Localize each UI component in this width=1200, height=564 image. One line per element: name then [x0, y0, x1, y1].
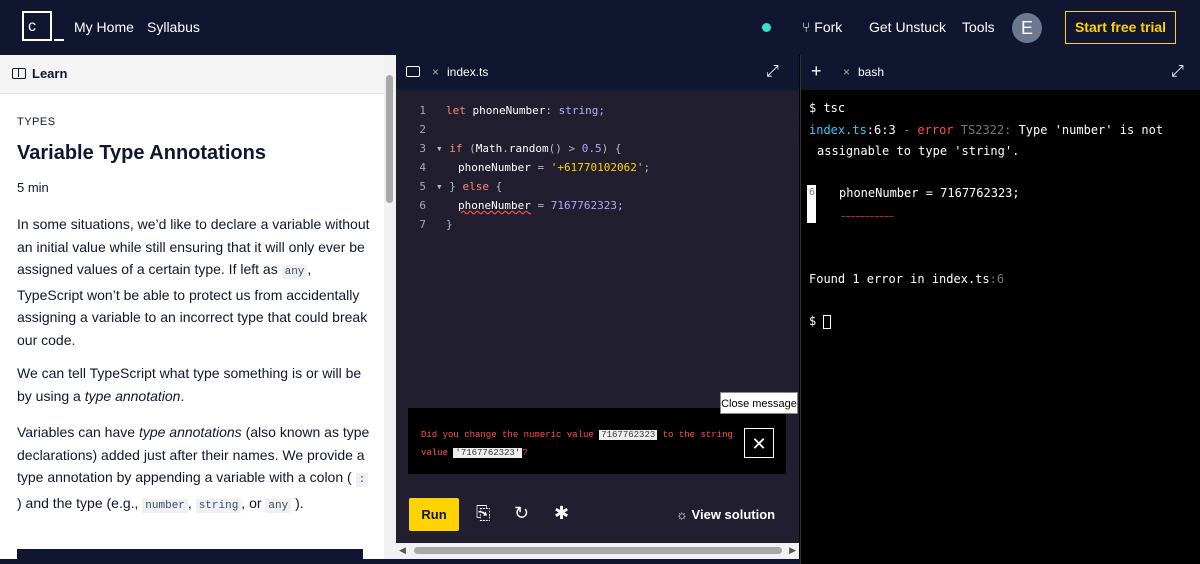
editor-horizontal-scrollbar[interactable]: ◀ ▶: [396, 543, 799, 559]
expand-icon[interactable]: ⤢: [1171, 63, 1184, 81]
view-solution-button[interactable]: ☼ View solution: [676, 507, 775, 522]
status-dot: [762, 23, 771, 32]
line-number: 2: [419, 123, 426, 136]
editor-tab-bar: × index.ts ⤢: [396, 55, 799, 90]
error-underline: ~~~~~~~~~~~: [841, 212, 894, 221]
paragraph-1: In some situations, we’d like to declare…: [17, 216, 370, 348]
scrollbar-thumb[interactable]: [386, 75, 393, 203]
reset-icon[interactable]: ↻: [514, 503, 529, 524]
format-icon[interactable]: ✱: [554, 503, 569, 524]
tab-index-ts[interactable]: index.ts: [447, 65, 488, 79]
terminal-cursor: [823, 314, 832, 329]
scrollbar-thumb[interactable]: [414, 547, 782, 554]
code-line: let phoneNumber: string;: [446, 104, 605, 117]
terminal-prompt[interactable]: $: [809, 311, 832, 331]
lesson-panel: Learn TYPES Variable Type Annotations 5 …: [0, 55, 384, 559]
lesson-duration: 5 min: [17, 180, 49, 195]
terminal-panel[interactable]: + × bash ⤢ $ tsc index.ts:6:3 - error TS…: [800, 55, 1200, 564]
run-button[interactable]: Run: [409, 498, 459, 531]
code-line: phoneNumber = '+61770102062';: [458, 161, 651, 174]
close-message-tooltip: Close message: [720, 392, 798, 414]
nav-my-home[interactable]: My Home: [74, 19, 134, 35]
bottom-bar: [0, 559, 800, 564]
top-navigation-bar: c My Home Syllabus ⑂ Fork Get Unstuck To…: [0, 0, 1200, 55]
tools-button[interactable]: Tools: [962, 19, 995, 35]
get-unstuck-button[interactable]: Get Unstuck: [869, 19, 946, 35]
nav-syllabus[interactable]: Syllabus: [147, 19, 200, 35]
lesson-scrollbar[interactable]: [384, 55, 396, 559]
close-tab-icon[interactable]: ×: [843, 65, 850, 79]
code-line: ▾ if (Math.random() > 0.5) {: [436, 142, 622, 155]
line-number: 5: [419, 180, 426, 193]
paragraph-3: Variables can have type annotations (als…: [17, 424, 370, 513]
close-message-button[interactable]: ✕: [744, 428, 774, 458]
lesson-title: Variable Type Annotations: [17, 142, 266, 164]
line-number: 6: [419, 199, 426, 212]
code-line: ▾ } else {: [436, 180, 503, 193]
close-icon: ✕: [751, 434, 767, 454]
new-terminal-icon[interactable]: +: [811, 61, 822, 82]
fork-icon: ⑂: [802, 19, 811, 35]
scroll-left-icon[interactable]: ◀: [399, 545, 406, 556]
tab-bash[interactable]: bash: [858, 65, 884, 79]
terminal-code-line: phoneNumber = 7167762323;: [839, 186, 1020, 200]
code-line: }: [446, 218, 453, 231]
line-number: 3: [419, 142, 426, 155]
terminal-command: $ tsc: [809, 101, 846, 115]
start-free-trial-button[interactable]: Start free trial: [1065, 11, 1176, 44]
code-line: phoneNumber = 7167762323;: [458, 199, 624, 212]
close-tab-icon[interactable]: ×: [432, 65, 439, 79]
paragraph-2: We can tell TypeScript what type somethi…: [17, 365, 362, 404]
fork-button[interactable]: ⑂ Fork: [802, 19, 842, 35]
folder-icon[interactable]: [406, 66, 420, 77]
terminal-error-line-2: assignable to type 'string'.: [817, 144, 1020, 158]
line-number: 4: [419, 161, 426, 174]
line-number: 1: [419, 104, 426, 117]
book-icon: [12, 68, 26, 79]
learn-tab[interactable]: Learn: [0, 55, 384, 94]
lightbulb-icon: ☼: [676, 507, 688, 522]
line-number: 7: [419, 218, 426, 231]
lesson-category: TYPES: [17, 116, 56, 128]
hint-message: Did you change the numeric value 7167762…: [408, 408, 786, 474]
copy-icon[interactable]: ⎘: [476, 503, 490, 524]
terminal-error-line: index.ts:6:3 - error TS2322: Type 'numbe…: [809, 123, 1164, 137]
next-section-bar: [17, 549, 363, 559]
terminal-line-number: 6: [809, 187, 816, 198]
codecademy-logo[interactable]: c: [22, 11, 64, 41]
expand-icon[interactable]: ⤢: [766, 63, 779, 81]
scroll-right-icon[interactable]: ▶: [789, 545, 796, 556]
terminal-tab-bar: + × bash ⤢: [801, 55, 1200, 90]
code-editor[interactable]: × index.ts ⤢ 1 2 3 4 5 6 7 let phoneNumb…: [396, 55, 799, 559]
terminal-summary: Found 1 error in index.ts:6: [809, 272, 1005, 286]
avatar[interactable]: E: [1012, 13, 1042, 43]
